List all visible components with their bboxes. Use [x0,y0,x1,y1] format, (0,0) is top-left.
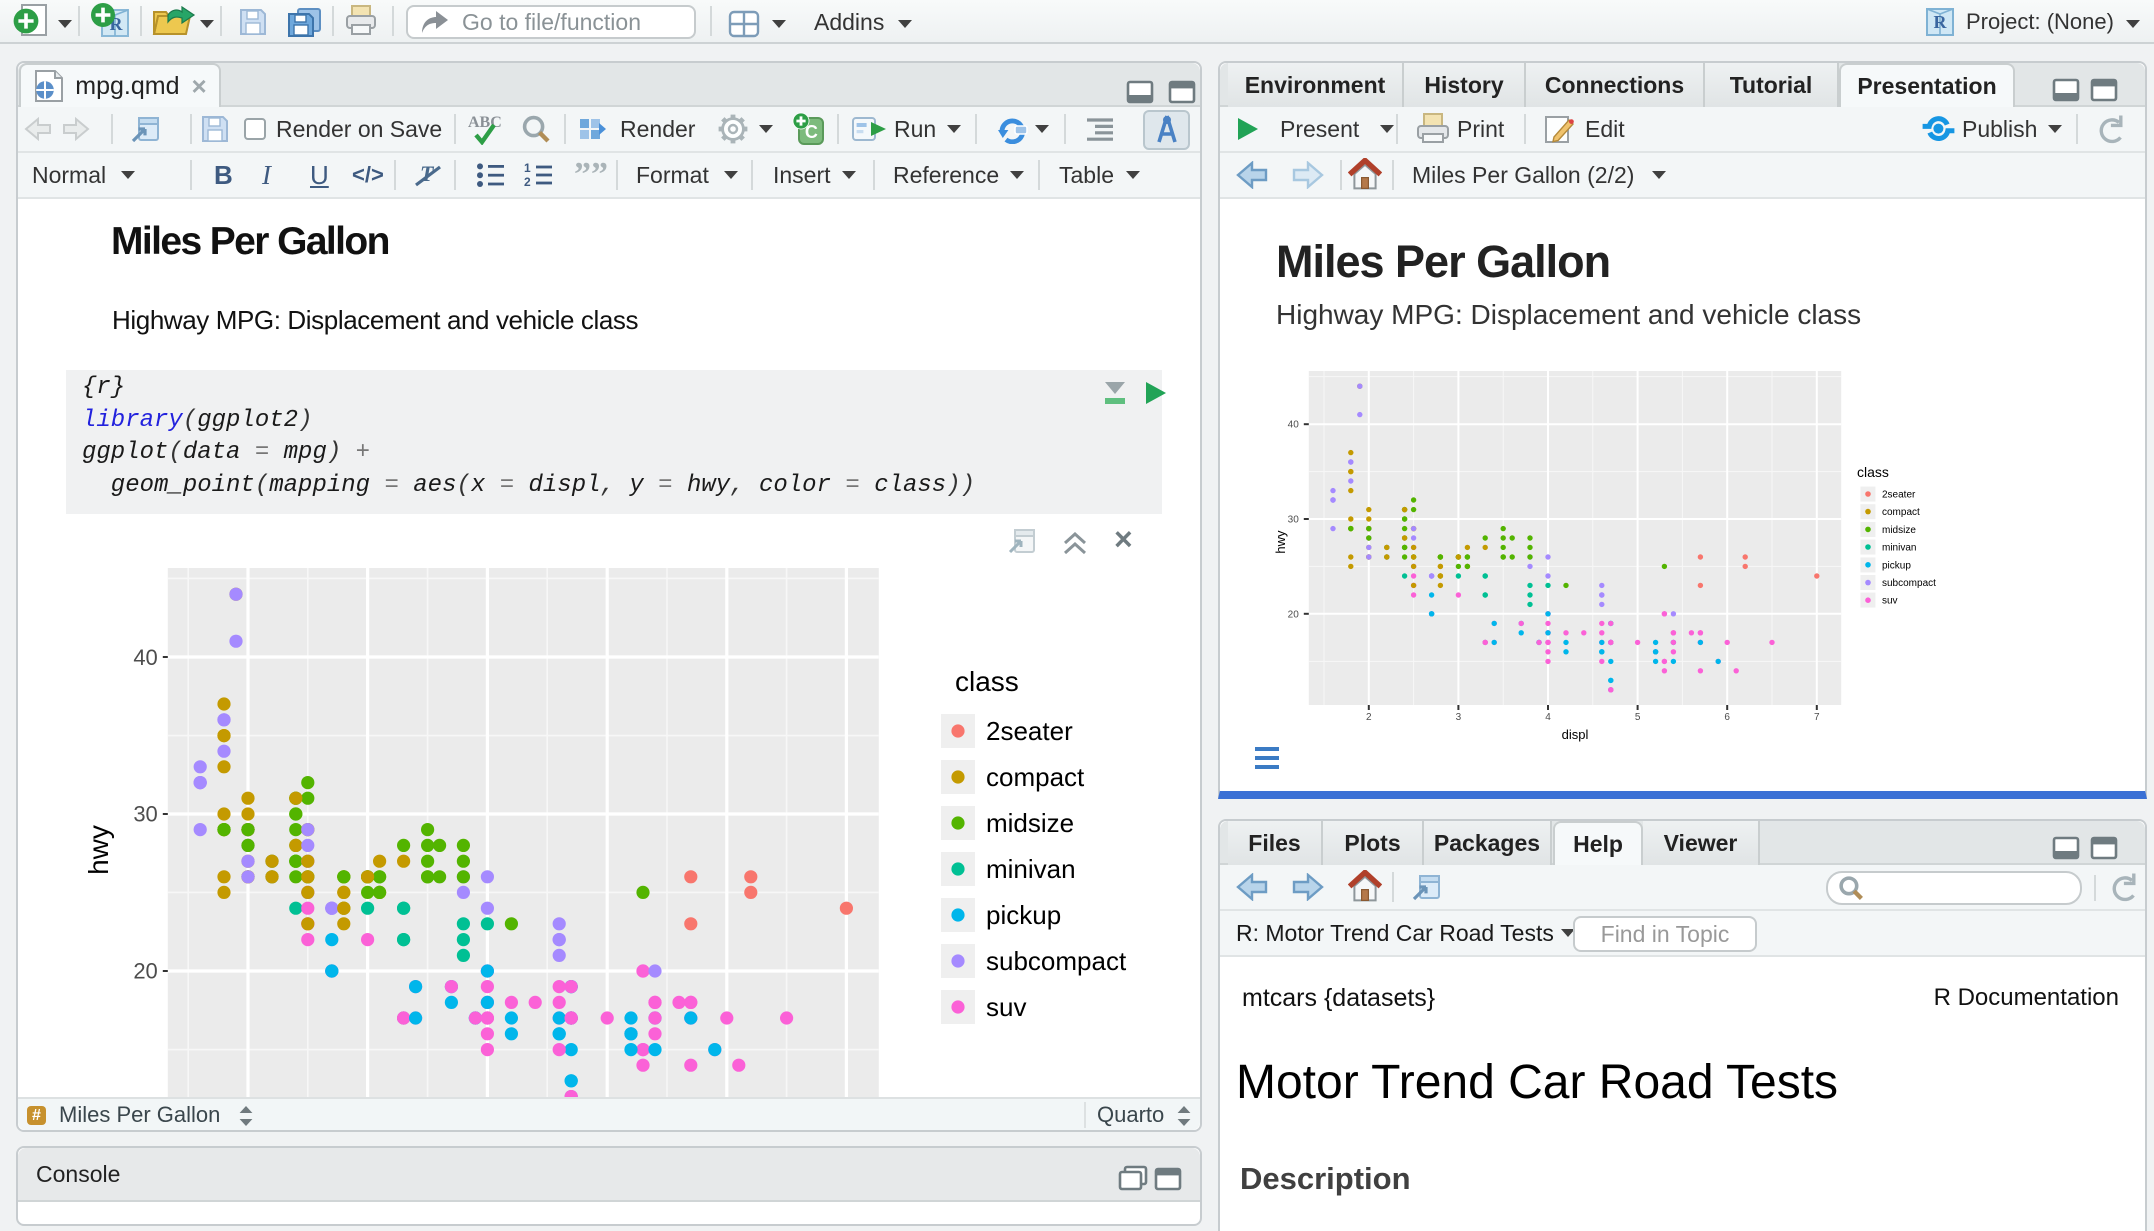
svg-text:2seater: 2seater [986,716,1073,746]
svg-text:4: 4 [1545,712,1551,723]
svg-text:20: 20 [1288,609,1300,620]
svg-text:40: 40 [1288,420,1300,431]
svg-text:midsize: midsize [986,808,1074,838]
svg-text:displ: displ [1562,727,1589,742]
svg-text:2: 2 [524,175,531,188]
svg-text:hwy: hwy [1273,530,1288,554]
svg-text:ABC: ABC [468,114,502,131]
svg-text:suv: suv [986,992,1026,1022]
svg-text:subcompact: subcompact [1882,578,1936,589]
svg-text:class: class [955,666,1019,697]
svg-text:compact: compact [986,762,1085,792]
svg-text:40: 40 [133,645,157,670]
svg-text:pickup: pickup [986,900,1061,930]
svg-text:subcompact: subcompact [986,946,1127,976]
svg-text:suv: suv [1882,596,1898,607]
svg-text:minivan: minivan [986,854,1076,884]
svg-text:5: 5 [1635,712,1641,723]
svg-text:7: 7 [1814,712,1820,723]
svg-text:compact: compact [1882,507,1920,518]
svg-text:30: 30 [133,802,157,827]
svg-text:pickup: pickup [1882,560,1911,571]
svg-text:1: 1 [524,162,531,175]
svg-text:2: 2 [1366,712,1372,723]
svg-text:2seater: 2seater [1882,489,1916,500]
svg-text:hwy: hwy [83,825,114,875]
svg-text:minivan: minivan [1882,543,1916,554]
svg-text:class: class [1857,464,1889,480]
svg-text:6: 6 [1724,712,1730,723]
svg-text:20: 20 [133,959,157,984]
svg-text:midsize: midsize [1882,525,1916,536]
svg-text:3: 3 [1456,712,1462,723]
svg-text:30: 30 [1288,515,1300,526]
svg-text:R: R [1934,12,1948,32]
